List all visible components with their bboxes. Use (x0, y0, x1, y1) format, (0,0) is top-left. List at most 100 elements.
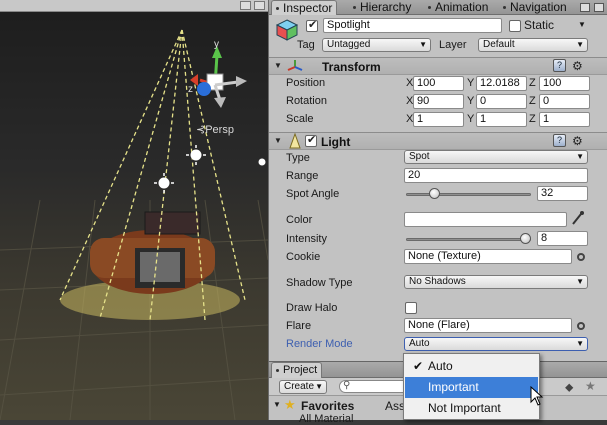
menu-item-auto[interactable]: ✔ Auto (405, 356, 538, 377)
object-picker-icon[interactable] (577, 322, 585, 330)
color-label: Color (286, 214, 313, 226)
search-input[interactable]: ⚲ (339, 380, 409, 393)
spot-angle-slider-track[interactable] (406, 193, 531, 196)
spot-angle-slider-thumb[interactable] (428, 188, 440, 199)
inspector-maximize-button[interactable] (580, 3, 590, 12)
chevron-down-icon: ▼ (576, 40, 584, 49)
transform-rotation-z-field[interactable]: 0 (539, 94, 590, 109)
layer-dropdown[interactable]: Default ▼ (478, 38, 588, 52)
persp-arrow-icon: ⊰ (196, 124, 206, 136)
gizmo-z-label: z (188, 84, 193, 95)
transform-scale-label: Scale (286, 113, 314, 125)
create-dropdown[interactable]: Create ▼ (279, 380, 327, 394)
static-checkbox[interactable] (509, 20, 521, 32)
help-book-icon[interactable]: ? (553, 59, 566, 72)
gear-icon[interactable]: ⚙ (572, 135, 583, 147)
render-mode-dropdown[interactable]: Auto ▼ (404, 337, 588, 351)
scene-render (0, 29, 268, 420)
foldout-arrow-icon[interactable]: ▼ (274, 136, 282, 145)
perspective-label[interactable]: ⊰Persp (196, 123, 234, 136)
transform-rotation-y-field[interactable]: 0 (476, 94, 527, 109)
transform-scale-z-field[interactable]: 1 (539, 112, 590, 127)
static-label: Static (524, 18, 555, 32)
active-checkbox[interactable] (306, 18, 318, 32)
range-label: Range (286, 170, 319, 182)
transform-position-x-field[interactable]: 100 (413, 76, 464, 91)
scene-view[interactable]: y z ⊰Persp (0, 0, 268, 420)
transform-position-y-field[interactable]: 12.0188 (476, 76, 527, 91)
transform-icon (287, 59, 303, 76)
assets-label: Ass (385, 399, 406, 413)
color-swatch[interactable] (404, 212, 567, 227)
intensity-slider-track[interactable] (406, 238, 531, 241)
light-component-icon (288, 132, 302, 152)
tab-dot-icon (428, 6, 431, 10)
transform-rotation-label: Rotation (286, 95, 327, 107)
label-filter-icon[interactable]: ⬥ (565, 380, 573, 395)
static-dropdown-icon[interactable]: ▼ (578, 20, 586, 29)
chevron-down-icon: ▼ (576, 152, 584, 161)
transform-rotation-x-field[interactable]: 90 (413, 94, 464, 109)
tab-project[interactable]: Project (271, 362, 323, 378)
inspector-menu-button[interactable] (594, 3, 604, 12)
cookie-field[interactable]: None (Texture) (404, 249, 572, 264)
check-icon: ✔ (413, 359, 424, 373)
spot-angle-field[interactable]: 32 (537, 186, 588, 201)
tab-navigation[interactable]: Navigation (499, 0, 571, 15)
light-header[interactable]: ▼ Light ? ⚙ (269, 132, 607, 150)
favorites-foldout-icon[interactable]: ▼ (273, 400, 281, 409)
transform-position-z-field[interactable]: 100 (539, 76, 590, 91)
tab-hierarchy[interactable]: Hierarchy (349, 0, 415, 15)
type-dropdown[interactable]: Spot ▼ (404, 150, 588, 164)
axis-z-label: Z (529, 77, 536, 89)
draw-halo-label: Draw Halo (286, 302, 338, 314)
draw-halo-checkbox[interactable] (405, 302, 417, 314)
transform-scale-y-field[interactable]: 1 (476, 112, 527, 127)
transform-scale-x-field[interactable]: 1 (413, 112, 464, 127)
foldout-arrow-icon[interactable]: ▼ (274, 61, 282, 70)
type-label: Type (286, 152, 310, 164)
transform-position-label: Position (286, 77, 326, 89)
shadow-type-label: Shadow Type (286, 277, 353, 289)
favorite-star-icon[interactable]: ★ (585, 379, 596, 393)
help-book-icon[interactable]: ? (553, 134, 566, 147)
search-icon: ⚲ (343, 380, 351, 391)
menu-item-important[interactable]: Important (405, 377, 538, 398)
flare-label: Flare (286, 320, 312, 332)
light-title: Light (321, 135, 351, 149)
intensity-field[interactable]: 8 (537, 231, 588, 246)
tag-dropdown[interactable]: Untagged ▼ (322, 38, 431, 52)
spot-angle-label: Spot Angle (286, 188, 340, 200)
gear-icon[interactable]: ⚙ (572, 60, 583, 72)
transform-header[interactable]: ▼ Transform ? ⚙ (269, 57, 607, 75)
gameobject-icon (275, 18, 299, 42)
intensity-label: Intensity (286, 233, 327, 245)
axis-z-label: Z (529, 95, 536, 107)
tab-animation[interactable]: Animation (424, 0, 492, 15)
chevron-down-icon: ▼ (576, 339, 584, 348)
shadow-type-dropdown[interactable]: No Shadows ▼ (404, 275, 588, 289)
chevron-down-icon: ▼ (576, 277, 584, 286)
layer-label: Layer (439, 39, 467, 51)
favorites-star-icon: ★ (284, 397, 296, 412)
tab-inspector[interactable]: Inspector (271, 0, 338, 15)
chevron-down-icon: ▼ (315, 382, 323, 391)
tab-dot-icon (503, 6, 506, 10)
tag-label: Tag (297, 39, 315, 51)
object-picker-icon[interactable] (577, 253, 585, 261)
axis-y-label: Y (467, 95, 475, 107)
inspector-panel: Inspector Hierarchy Animation Navigation… (268, 0, 607, 361)
flare-field[interactable]: None (Flare) (404, 318, 572, 333)
range-field[interactable]: 20 (404, 168, 588, 183)
tab-dot-icon (276, 7, 279, 11)
intensity-slider-thumb[interactable] (520, 233, 531, 244)
light-enabled-checkbox[interactable] (305, 133, 317, 147)
all-materials-item[interactable]: All Material (299, 413, 353, 425)
tab-dot-icon (353, 6, 356, 10)
eyedropper-icon[interactable] (571, 210, 585, 229)
menu-item-not-important[interactable]: Not Important (405, 398, 538, 419)
mouse-cursor-icon (530, 385, 544, 409)
axis-y-label: Y (467, 77, 475, 89)
object-name-field[interactable]: Spotlight (323, 18, 502, 33)
render-mode-menu: ✔ Auto Important Not Important (403, 353, 544, 420)
